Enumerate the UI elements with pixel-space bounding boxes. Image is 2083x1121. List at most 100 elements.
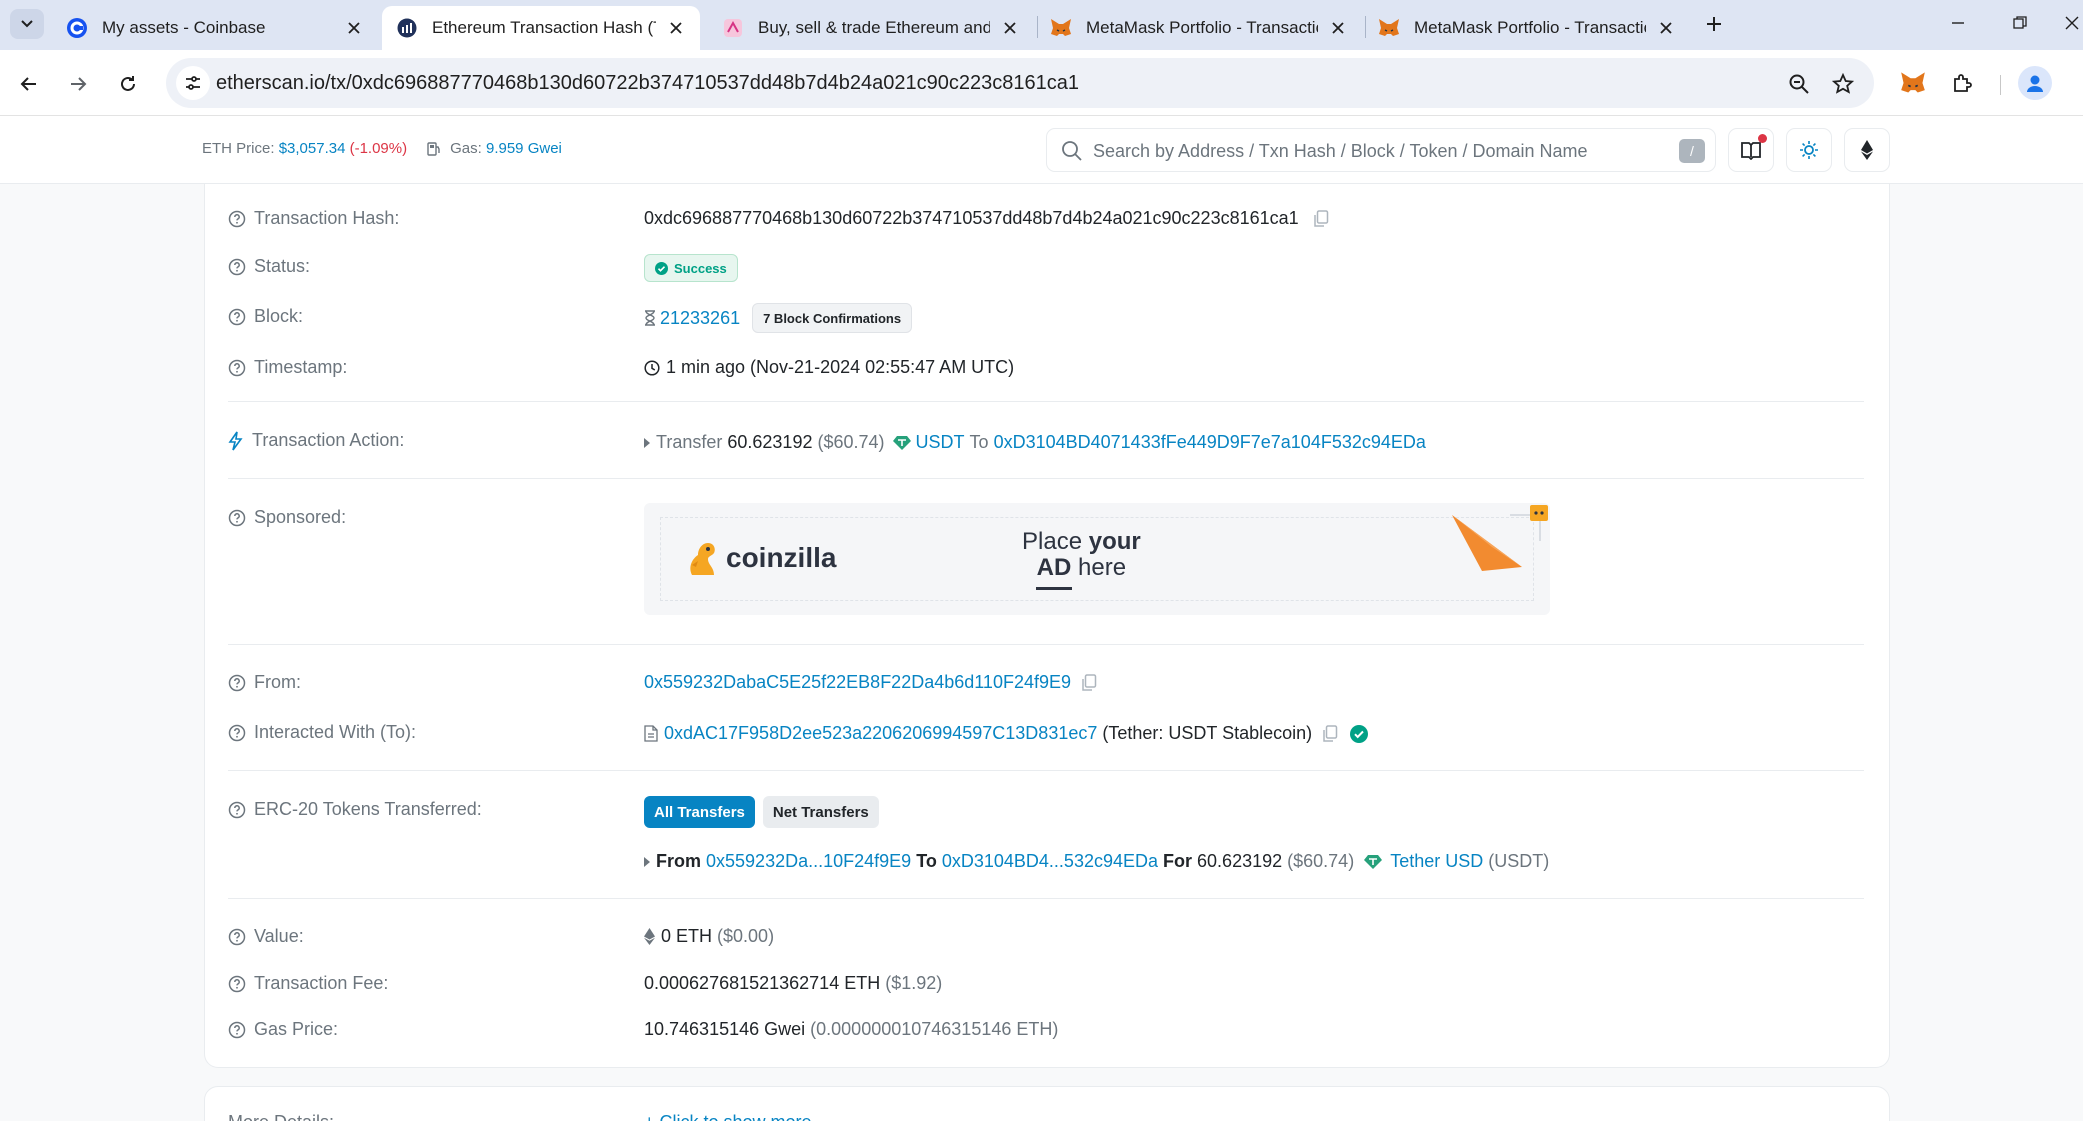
url-text[interactable]: etherscan.io/tx/0xdc696887770468b130d607… (216, 72, 1079, 95)
zoom-icon[interactable] (1786, 71, 1812, 97)
block-number-link[interactable]: 21233261 (660, 308, 740, 329)
gas-price-value: 10.746315146 Gwei (0.000000010746315146 … (644, 1019, 1059, 1039)
divider (228, 644, 1864, 645)
close-icon[interactable] (344, 18, 364, 38)
help-icon[interactable] (228, 308, 246, 326)
status-value: Success (644, 254, 738, 282)
browser-tab-strip: My assets - Coinbase Ethereum Transactio… (0, 0, 2083, 50)
tab-metamask-2[interactable]: MetaMask Portfolio - Transactio (1364, 6, 1690, 50)
help-icon[interactable] (228, 724, 246, 742)
from-value: 0x559232DabaC5E25f22EB8F22Da4b6d110F24f9… (644, 672, 1097, 693)
extensions-puzzle-icon[interactable] (1946, 66, 1980, 100)
coinbase-icon (66, 17, 88, 39)
address-bar[interactable]: etherscan.io/tx/0xdc696887770468b130d607… (166, 58, 1874, 108)
help-icon[interactable] (228, 674, 246, 692)
erc20-transfer-row: From 0x559232Da...10F24f9E9 To 0xD3104BD… (644, 851, 1549, 872)
clock-icon (644, 359, 660, 376)
close-icon[interactable] (1000, 18, 1020, 38)
block-value: 21233261 7 Block Confirmations (644, 303, 913, 333)
tab-title: MetaMask Portfolio - Transactio (1086, 18, 1318, 37)
back-button[interactable] (12, 67, 46, 101)
help-icon[interactable] (228, 359, 246, 377)
tab-title: MetaMask Portfolio - Transactio (1414, 18, 1646, 37)
help-icon[interactable] (228, 258, 246, 276)
transfer-to-link[interactable]: 0xD3104BD4...532c94EDa (942, 851, 1158, 872)
restore-icon (2013, 16, 2027, 29)
divider (228, 478, 1864, 479)
copy-icon[interactable] (1313, 209, 1329, 228)
tab-metamask-1[interactable]: MetaMask Portfolio - Transactio (1036, 6, 1362, 50)
verified-check-icon (1350, 724, 1369, 743)
close-icon[interactable] (1328, 18, 1348, 38)
arrow-right-icon (71, 77, 87, 91)
check-circle-icon (655, 261, 668, 275)
status-label: Status: (228, 256, 310, 277)
close-icon (2065, 16, 2078, 30)
help-icon[interactable] (228, 928, 246, 946)
tx-hash: 0xdc696887770468b130d60722b374710537dd48… (644, 208, 1299, 228)
gas-pump-icon (427, 141, 442, 156)
help-icon[interactable] (228, 210, 246, 228)
metamask-icon (1050, 17, 1072, 39)
forward-button[interactable] (61, 67, 95, 101)
restore-button[interactable] (2000, 8, 2040, 38)
tab-title: Buy, sell & trade Ethereum and (758, 18, 990, 37)
tx-hash-value: 0xdc696887770468b130d60722b374710537dd48… (644, 208, 1329, 229)
gas-price-label: Gas Price: (228, 1019, 338, 1040)
search-icon (1061, 140, 1083, 167)
arrow-left-icon (20, 77, 36, 91)
bookmark-star-icon[interactable] (1830, 71, 1856, 97)
sponsored-ad-banner[interactable]: coinzilla Place your AD here (644, 503, 1550, 615)
tab-title: Ethereum Transaction Hash (Txh (432, 18, 656, 37)
transaction-overview-card (204, 184, 1890, 1068)
tab-search-button[interactable] (10, 9, 44, 39)
status-badge: Success (644, 254, 738, 282)
plus-icon (1707, 17, 1721, 31)
close-icon[interactable] (666, 18, 686, 38)
token-name-link[interactable]: Tether USD (1390, 851, 1483, 872)
help-icon[interactable] (228, 801, 246, 819)
close-icon[interactable] (1656, 18, 1676, 38)
tab-coinbase[interactable]: My assets - Coinbase (52, 6, 378, 50)
notifications-button[interactable] (1728, 128, 1774, 172)
tab-etherscan[interactable]: Ethereum Transaction Hash (Txh (382, 6, 700, 50)
tune-icon (186, 76, 200, 90)
metamask-extension-icon[interactable] (1896, 66, 1930, 100)
tx-action-value: Transfer 60.623192 ($60.74) USDT To 0xD3… (644, 432, 1426, 453)
help-icon[interactable] (228, 975, 246, 993)
more-details-toggle[interactable]: + Click to show more (644, 1112, 812, 1121)
sun-icon (1800, 141, 1818, 159)
value-label: Value: (228, 926, 304, 947)
coinzilla-logo: coinzilla (684, 539, 836, 577)
contract-address-link[interactable]: 0xdAC17F958D2ee523a2206206994597C13D831e… (664, 723, 1097, 744)
theme-toggle-button[interactable] (1786, 128, 1832, 172)
sponsored-label: Sponsored: (228, 507, 346, 528)
eth-price-value[interactable]: $3,057.34 (279, 140, 346, 157)
ethereum-icon (644, 928, 655, 945)
book-icon (1741, 142, 1761, 160)
search-input[interactable] (1093, 137, 1653, 165)
reload-button[interactable] (111, 67, 145, 101)
gas-value[interactable]: 9.959 Gwei (486, 140, 562, 157)
interacted-with-label: Interacted With (To): (228, 722, 416, 743)
tab-buy-sell[interactable]: Buy, sell & trade Ethereum and (708, 6, 1034, 50)
to-address-link[interactable]: 0xD3104BD4071433fFe449D9F7e7a104F532c94E… (994, 432, 1426, 453)
net-transfers-tab[interactable]: Net Transfers (762, 796, 879, 828)
new-tab-button[interactable] (1700, 10, 1728, 38)
all-transfers-tab[interactable]: All Transfers (644, 796, 755, 828)
help-icon[interactable] (228, 1021, 246, 1039)
minimize-button[interactable] (1938, 8, 1978, 38)
copy-icon[interactable] (1081, 673, 1097, 692)
help-icon[interactable] (228, 509, 246, 527)
network-switch-button[interactable] (1844, 128, 1890, 172)
window-close-button[interactable] (2060, 8, 2083, 38)
site-info-button[interactable] (176, 66, 210, 100)
from-address-link[interactable]: 0x559232DabaC5E25f22EB8F22Da4b6d110F24f9… (644, 672, 1071, 693)
ethereum-icon (1861, 140, 1873, 160)
token-link[interactable]: USDT (916, 432, 965, 453)
transfer-from-link[interactable]: 0x559232Da...10F24f9E9 (706, 851, 911, 872)
profile-avatar[interactable] (2018, 66, 2052, 100)
copy-icon[interactable] (1322, 724, 1338, 743)
ad-underline (1036, 587, 1072, 590)
more-details-label: More Details: (228, 1112, 334, 1121)
